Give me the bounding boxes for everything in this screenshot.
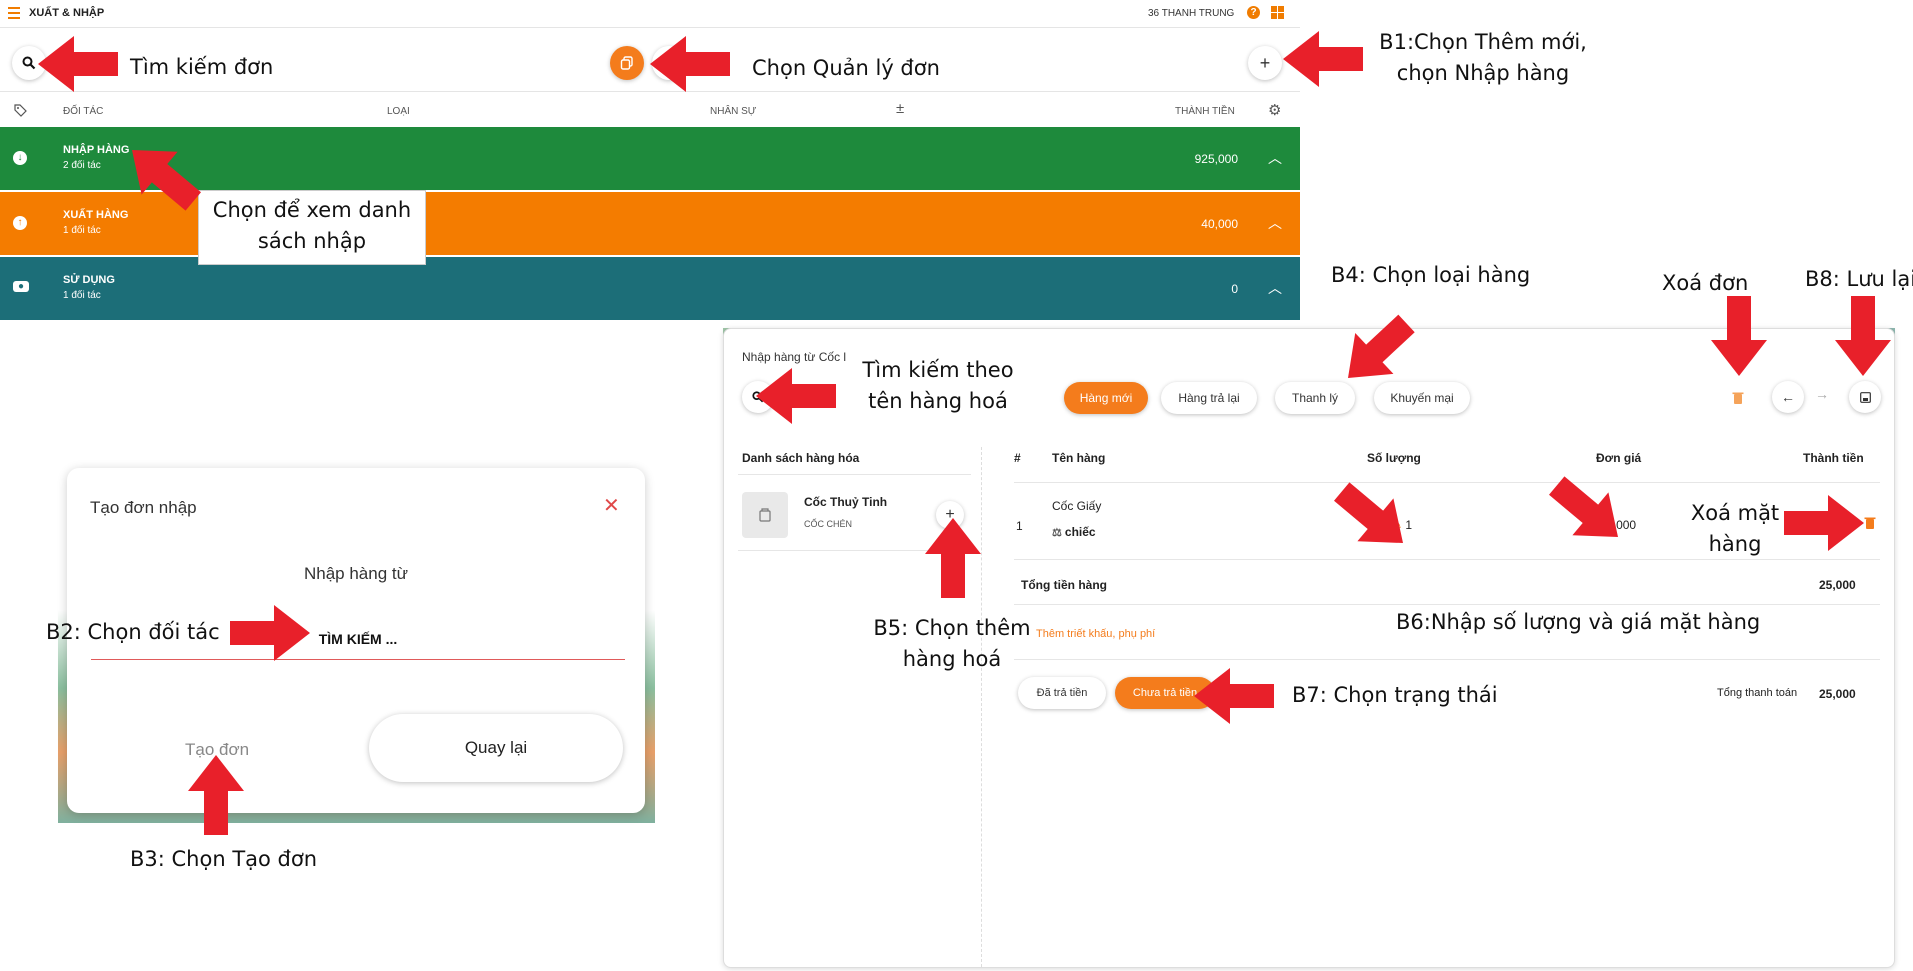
arrow-delete-order bbox=[1711, 296, 1767, 376]
annotation-arrows bbox=[38, 31, 1891, 835]
arrow-b6-qty bbox=[1323, 470, 1421, 565]
arrow-import-group bbox=[114, 128, 212, 223]
arrow-search-order bbox=[38, 36, 118, 92]
arrow-save bbox=[1835, 296, 1891, 376]
arrow-b4 bbox=[1328, 302, 1426, 399]
arrow-b7 bbox=[1194, 668, 1274, 724]
arrow-b3 bbox=[188, 755, 244, 835]
arrow-delete-item bbox=[1784, 495, 1864, 551]
arrow-b6-price bbox=[1538, 464, 1636, 559]
arrow-add-new bbox=[1283, 31, 1363, 87]
arrow-search-goods bbox=[756, 368, 836, 424]
arrow-b2 bbox=[230, 605, 310, 661]
arrow-manage bbox=[650, 36, 730, 92]
arrow-b5 bbox=[925, 518, 981, 598]
